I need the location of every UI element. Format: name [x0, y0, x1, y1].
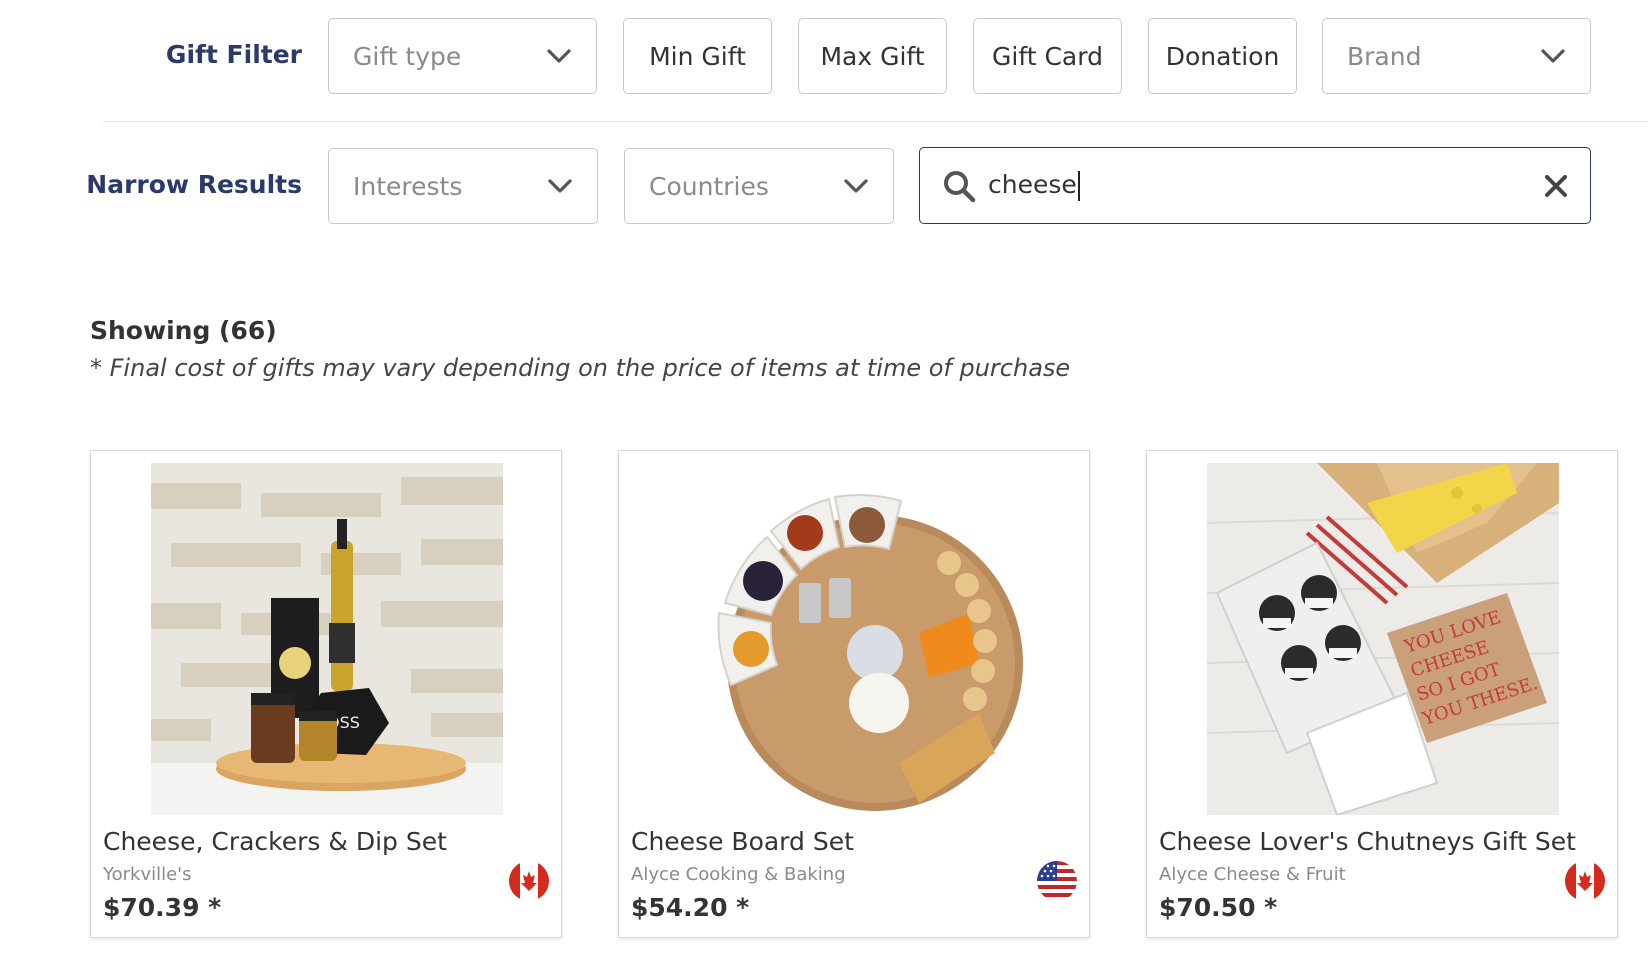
- product-price: $54.20 *: [631, 893, 750, 922]
- product-image: OSS: [151, 463, 503, 815]
- usa-flag-icon: [1037, 861, 1077, 901]
- product-title[interactable]: Cheese Board Set: [631, 827, 854, 856]
- product-image: [679, 463, 1031, 815]
- max-gift-button[interactable]: Max Gift: [798, 18, 947, 94]
- interests-placeholder: Interests: [353, 171, 463, 201]
- min-gift-button[interactable]: Min Gift: [623, 18, 772, 94]
- product-brand: Alyce Cooking & Baking: [631, 864, 846, 885]
- price-disclaimer: * Final cost of gifts may vary depending…: [90, 354, 1071, 382]
- canada-flag-icon: [1565, 861, 1605, 901]
- interests-select[interactable]: Interests: [328, 148, 598, 224]
- product-title[interactable]: Cheese Lover's Chutneys Gift Set: [1159, 827, 1576, 856]
- product-price: $70.39 *: [103, 893, 222, 922]
- brand-select[interactable]: Brand: [1322, 18, 1591, 94]
- donation-button[interactable]: Donation: [1148, 18, 1297, 94]
- search-icon: [944, 170, 976, 202]
- donation-label: Donation: [1165, 41, 1280, 71]
- product-image: YOU LOVE CHEESE SO I GOT YOU THESE.: [1207, 463, 1559, 815]
- chevron-down-icon: [844, 179, 868, 193]
- countries-placeholder: Countries: [649, 171, 769, 201]
- product-card[interactable]: OSS Cheese, Crackers & Dip Set Yorkville…: [90, 450, 562, 938]
- chevron-down-icon: [1541, 49, 1565, 63]
- clear-search-icon[interactable]: [1544, 174, 1568, 198]
- min-gift-label: Min Gift: [649, 41, 746, 71]
- search-input[interactable]: cheese: [919, 147, 1591, 224]
- narrow-results-label: Narrow Results: [86, 170, 302, 199]
- max-gift-label: Max Gift: [820, 41, 925, 71]
- product-card[interactable]: Cheese Board Set Alyce Cooking & Baking …: [618, 450, 1090, 938]
- product-card[interactable]: YOU LOVE CHEESE SO I GOT YOU THESE. Chee…: [1146, 450, 1618, 938]
- countries-select[interactable]: Countries: [624, 148, 894, 224]
- product-title[interactable]: Cheese, Crackers & Dip Set: [103, 827, 447, 856]
- product-brand: Yorkville's: [103, 864, 192, 885]
- results-count: Showing (66): [90, 316, 277, 345]
- canada-flag-icon: [509, 861, 549, 901]
- chevron-down-icon: [548, 179, 572, 193]
- divider: [103, 121, 1648, 122]
- gift-card-label: Gift Card: [992, 41, 1103, 71]
- text-caret: [1077, 171, 1080, 201]
- gift-filter-label: Gift Filter: [165, 40, 302, 69]
- gift-type-placeholder: Gift type: [353, 41, 462, 71]
- chevron-down-icon: [547, 49, 571, 63]
- gift-card-button[interactable]: Gift Card: [973, 18, 1122, 94]
- gift-type-select[interactable]: Gift type: [328, 18, 597, 94]
- brand-placeholder: Brand: [1347, 41, 1422, 71]
- product-price: $70.50 *: [1159, 893, 1278, 922]
- search-value: cheese: [988, 170, 1077, 199]
- product-brand: Alyce Cheese & Fruit: [1159, 864, 1346, 885]
